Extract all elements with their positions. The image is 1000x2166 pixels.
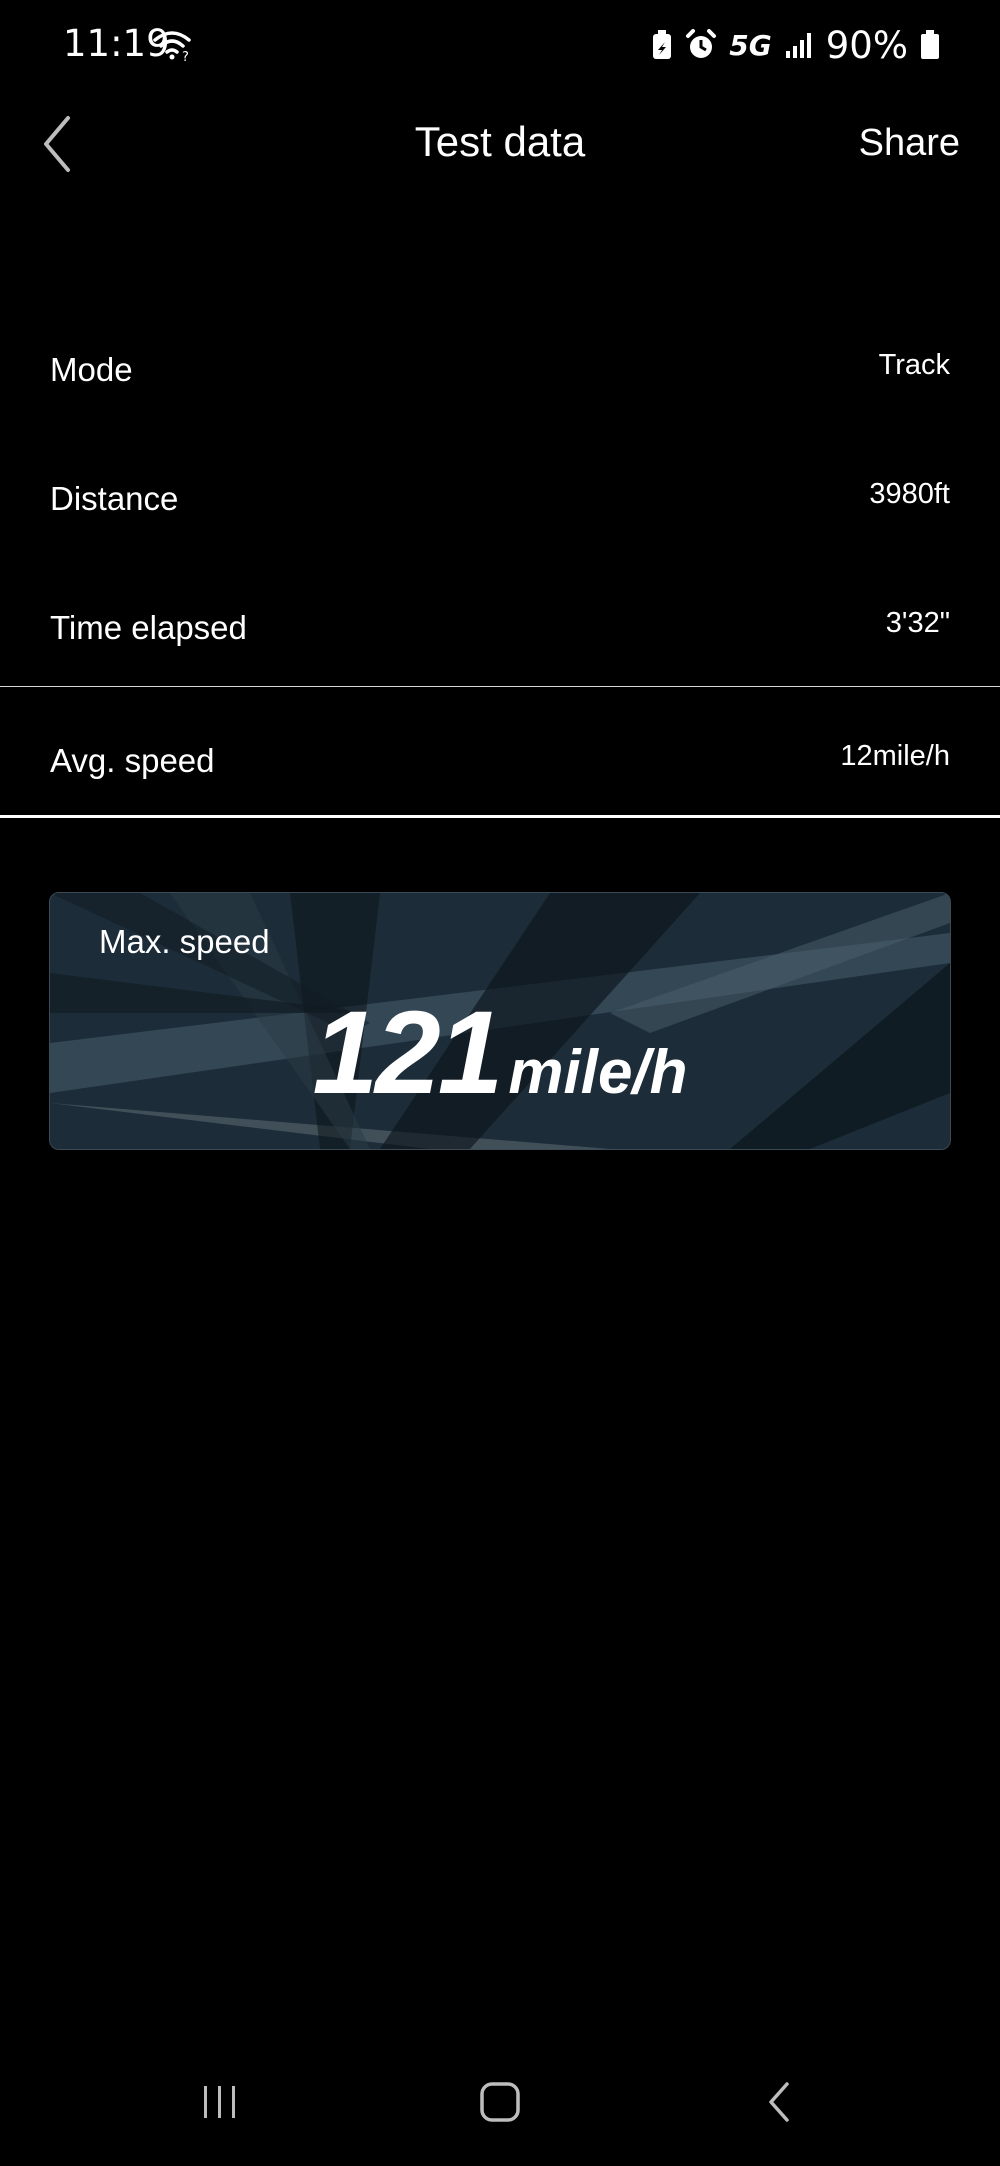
row-label: Mode xyxy=(50,351,133,388)
max-speed-label: Max. speed xyxy=(99,923,270,960)
battery-percent: 90% xyxy=(825,23,908,67)
max-speed-card: Max. speed 121 mile/h xyxy=(49,892,951,1150)
system-nav-bar xyxy=(0,2060,1000,2150)
test-data-list: Mode Track Distance 3980ft Time elapsed … xyxy=(0,305,1000,825)
system-back-button[interactable] xyxy=(765,2080,795,2124)
divider xyxy=(0,815,1000,818)
row-value: 3980ft xyxy=(869,478,950,510)
status-bar: 11:19 ? 5G 90% xyxy=(0,0,1000,90)
max-speed-value: 121 xyxy=(312,987,503,1119)
battery-saver-icon xyxy=(653,30,672,59)
row-label: Time elapsed xyxy=(50,609,247,646)
row-value: Track xyxy=(878,349,950,381)
max-speed-readout: 121 mile/h xyxy=(50,985,950,1121)
list-item-time-elapsed: Time elapsed 3'32" xyxy=(0,563,1000,692)
home-button[interactable] xyxy=(478,2080,522,2124)
list-item-mode: Mode Track xyxy=(0,305,1000,434)
page-title: Test data xyxy=(414,118,586,165)
svg-text:?: ? xyxy=(182,50,189,62)
wifi-icon: ? xyxy=(153,31,191,62)
max-speed-unit: mile/h xyxy=(508,1038,688,1107)
app-header: Test data Share xyxy=(0,100,1000,190)
signal-icon xyxy=(785,33,811,58)
row-value: 12mile/h xyxy=(840,740,950,772)
row-value: 3'32" xyxy=(885,607,950,639)
share-button[interactable]: Share xyxy=(859,122,960,165)
list-item-avg-speed: Avg. speed 12mile/h xyxy=(0,696,1000,825)
row-label: Avg. speed xyxy=(50,742,215,779)
alarm-icon xyxy=(686,29,717,58)
recent-apps-button[interactable] xyxy=(200,2080,240,2124)
network-type: 5G xyxy=(729,28,772,62)
battery-icon xyxy=(921,30,939,59)
row-label: Distance xyxy=(50,480,179,517)
list-item-distance: Distance 3980ft xyxy=(0,434,1000,563)
status-icons: 5G 90% xyxy=(651,22,940,68)
divider xyxy=(0,686,1000,687)
